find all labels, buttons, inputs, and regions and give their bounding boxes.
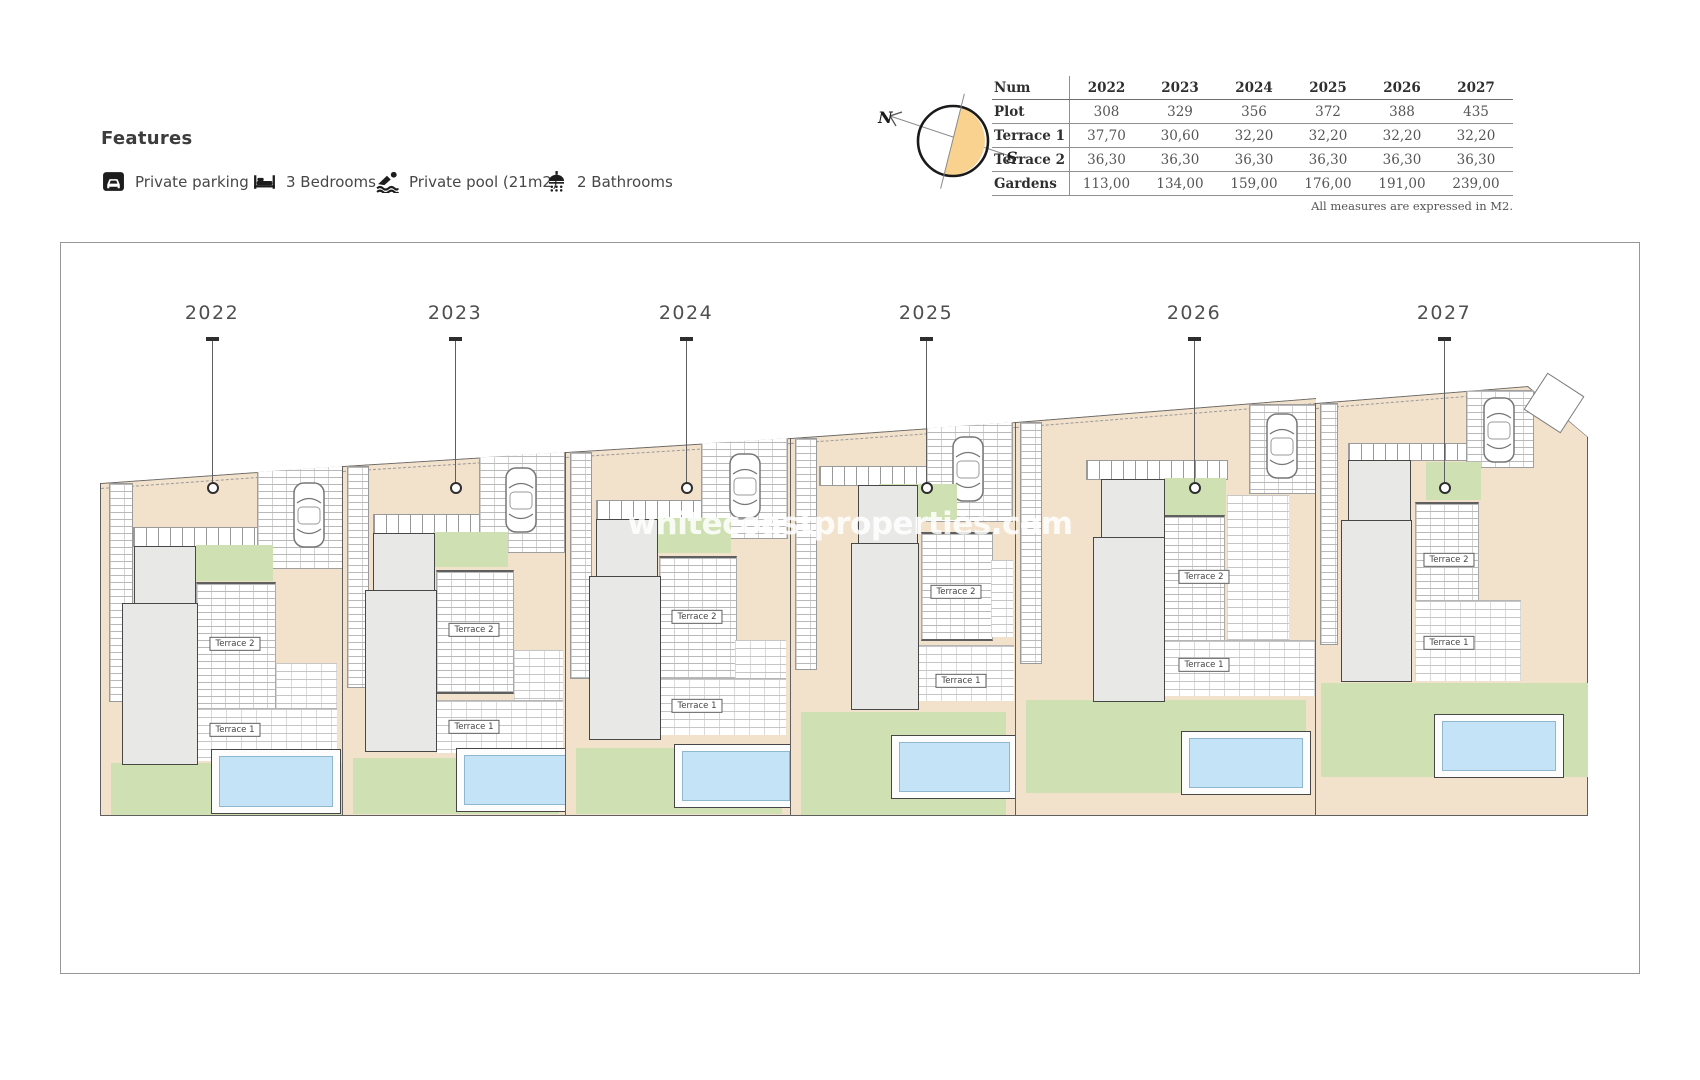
picket-fence <box>1348 443 1467 461</box>
pool <box>211 749 341 814</box>
pool <box>891 735 1016 799</box>
car-icon <box>292 481 326 549</box>
plot-label: 2024 <box>658 302 714 324</box>
plot-leader-line <box>926 341 927 483</box>
garden-patch <box>1426 462 1481 500</box>
pool <box>456 748 566 812</box>
plot-leader-bar <box>205 337 219 341</box>
garden-patch <box>196 545 273 581</box>
terrace-label: Terrace 1 <box>209 722 261 738</box>
car-icon <box>504 466 538 534</box>
plot-area: Terrace 2 Terrace 1 <box>790 422 1016 816</box>
plot-area: Terrace 2 Terrace 1 <box>100 466 343 816</box>
boundary-wall <box>1320 403 1338 645</box>
pool <box>1434 714 1564 778</box>
plot-area: Terrace 2 Terrace 1 <box>565 438 791 816</box>
plot-leader-line <box>686 341 687 483</box>
pool-water <box>1442 721 1556 771</box>
plot-label: 2022 <box>184 302 240 324</box>
pool <box>1181 731 1311 795</box>
plot-leader-bar <box>919 337 933 341</box>
terrace-1-area <box>1149 640 1315 696</box>
plot-marker <box>1439 482 1451 494</box>
plot-leader-bar <box>1437 337 1451 341</box>
pool-water <box>899 742 1010 792</box>
car-icon <box>1265 412 1299 480</box>
house-lower <box>589 576 661 740</box>
house-lower <box>365 590 437 752</box>
picket-fence <box>133 527 276 547</box>
terrace-label: Terrace 1 <box>935 673 987 689</box>
plot-leader-bar <box>1187 337 1201 341</box>
plot-marker <box>681 482 693 494</box>
house-lower <box>1341 520 1412 682</box>
pool-water <box>464 755 566 805</box>
house-upper <box>1348 460 1411 522</box>
paved-area <box>991 560 1013 637</box>
plot-area: Terrace 2 Terrace 1 <box>1315 386 1588 816</box>
house-upper <box>134 546 196 605</box>
pool-water <box>682 751 790 801</box>
paved-area <box>276 663 337 708</box>
garden-patch <box>433 532 508 567</box>
plot-label: 2025 <box>898 302 954 324</box>
plan-bottom-boundary <box>100 815 1587 816</box>
plot-leader-line <box>212 341 213 483</box>
house-upper <box>1101 479 1165 539</box>
plot-marker <box>921 482 933 494</box>
plot-marker <box>450 482 462 494</box>
paved-area <box>514 650 563 700</box>
terrace-label: Terrace 2 <box>1178 569 1230 585</box>
plot-marker <box>207 482 219 494</box>
plot-marker <box>1189 482 1201 494</box>
pool-water <box>219 756 333 807</box>
pool <box>674 744 791 808</box>
plot-area: Terrace 2 Terrace 1 <box>342 452 566 816</box>
plot-label: 2026 <box>1166 302 1222 324</box>
picket-fence <box>1086 460 1228 480</box>
site-plan-page: Features Private parking 3 Bedrooms Priv… <box>0 0 1700 1080</box>
pool-water <box>1189 738 1303 788</box>
terrace-label: Terrace 1 <box>448 719 500 735</box>
terrace-label: Terrace 2 <box>448 622 500 638</box>
plot-leader-bar <box>448 337 462 341</box>
plot-area: Terrace 2 Terrace 1 <box>1015 398 1316 816</box>
terrace-label: Terrace 2 <box>1423 552 1475 568</box>
terrace-label: Terrace 2 <box>930 584 982 600</box>
plot-leader-bar <box>679 337 693 341</box>
watermark: whitecoastproperties.com <box>627 506 1074 542</box>
plot-leader-line <box>455 341 456 483</box>
terrace-label: Terrace 1 <box>1423 635 1475 651</box>
house-lower <box>851 543 919 710</box>
paved-area <box>735 640 786 678</box>
terrace-label: Terrace 2 <box>209 636 261 652</box>
plot-label: 2023 <box>427 302 483 324</box>
terrace-label: Terrace 2 <box>671 609 723 625</box>
terrace-label: Terrace 1 <box>1178 657 1230 673</box>
terrace-label: Terrace 1 <box>671 698 723 714</box>
house-upper <box>373 533 435 592</box>
house-lower <box>1093 537 1165 702</box>
paved-area <box>1227 495 1289 640</box>
boundary-wall <box>1020 422 1042 664</box>
plot-leader-line <box>1444 341 1445 483</box>
house-lower <box>122 603 198 765</box>
car-icon <box>1482 396 1516 464</box>
plot-leader-line <box>1194 341 1195 483</box>
boundary-wall <box>795 438 817 670</box>
plot-label: 2027 <box>1416 302 1472 324</box>
